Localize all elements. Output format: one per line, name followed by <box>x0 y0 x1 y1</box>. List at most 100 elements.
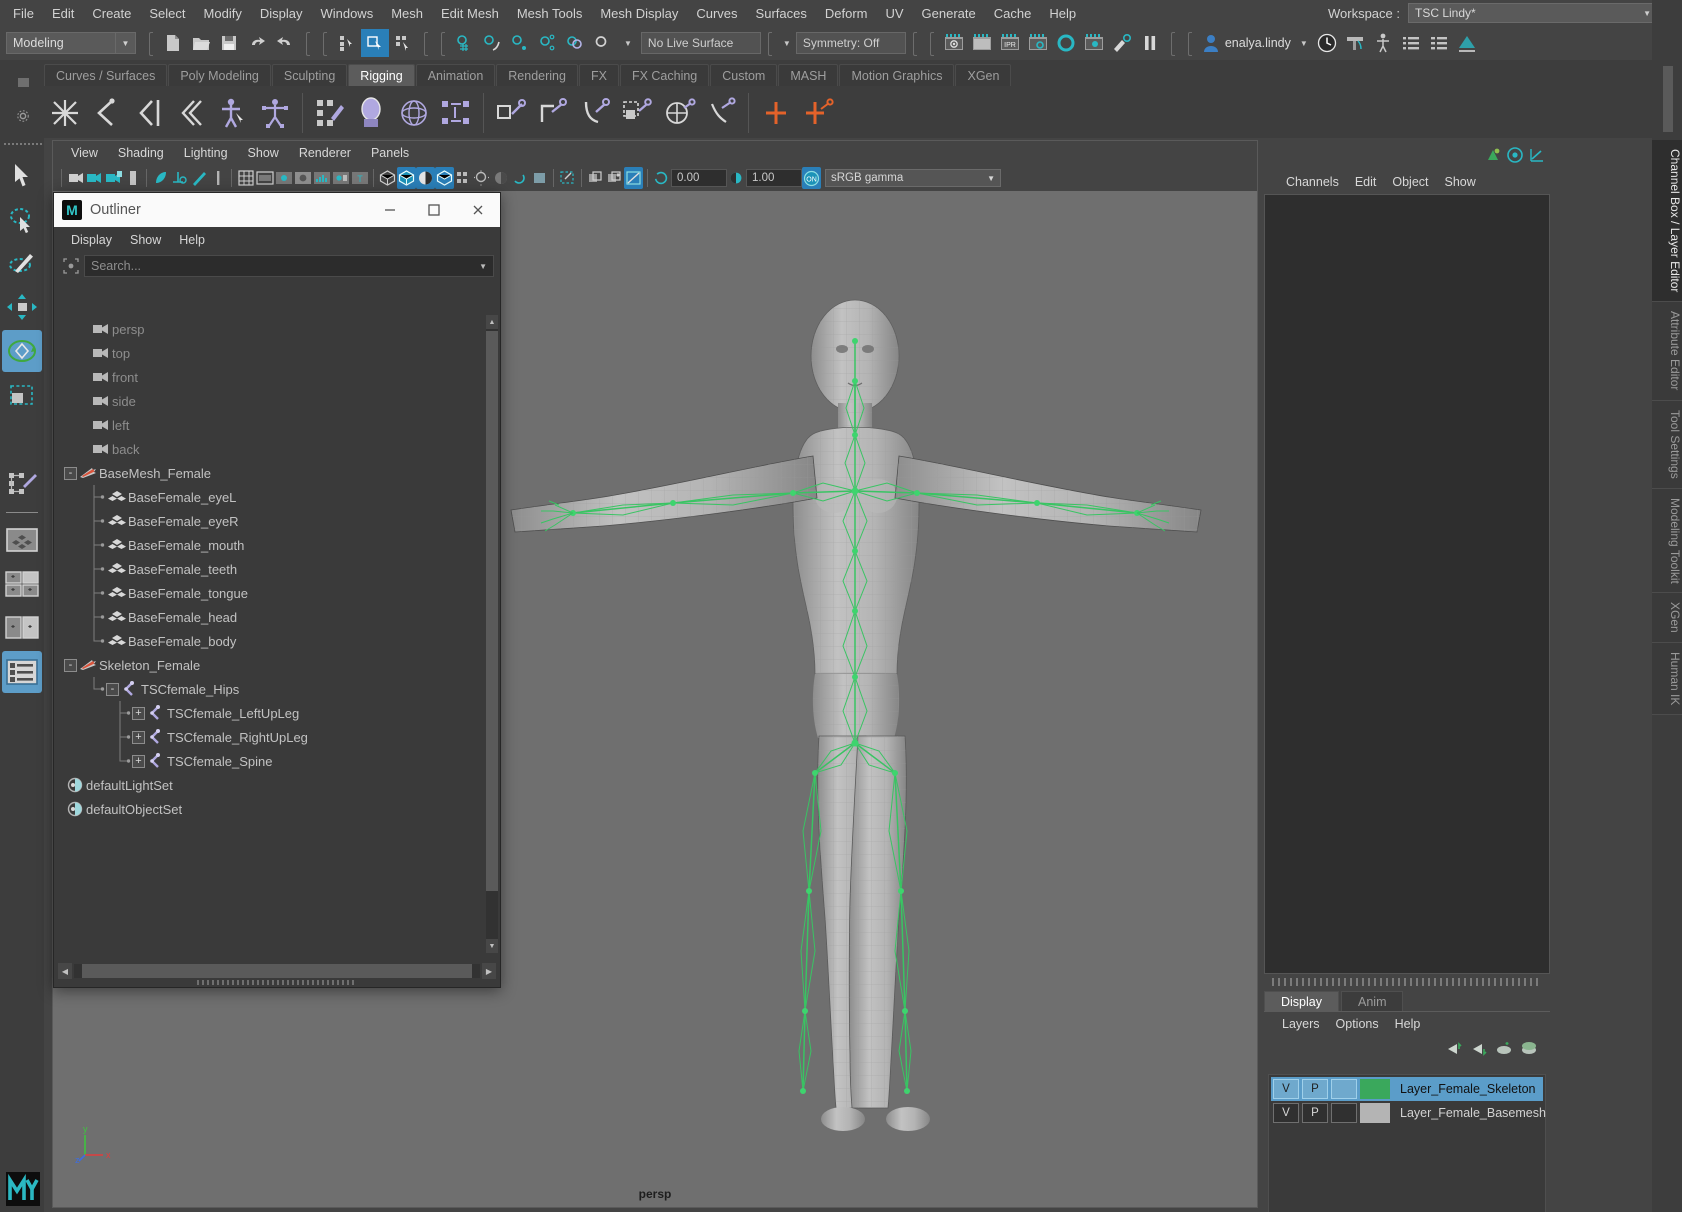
gate-mask-icon[interactable] <box>293 167 312 189</box>
layer-menu-layers[interactable]: Layers <box>1274 1015 1328 1033</box>
search-input[interactable] <box>91 259 480 273</box>
mirror-joint-icon[interactable] <box>128 90 170 136</box>
outliner-title-bar[interactable]: M Outliner <box>54 193 500 227</box>
move-tool-icon[interactable] <box>2 286 42 328</box>
attribute-editor-icon[interactable] <box>1506 146 1524 164</box>
outliner-item[interactable]: front <box>54 365 500 389</box>
gamma-value-field[interactable]: 1.00 <box>746 169 802 187</box>
menu-uv[interactable]: UV <box>876 3 912 24</box>
outliner-item[interactable]: - BaseMesh_Female <box>54 461 500 485</box>
menu-set-dropdown[interactable]: Modeling <box>6 32 116 54</box>
shaded-wireframe-icon[interactable] <box>416 167 435 189</box>
channel-box-icon[interactable] <box>1484 146 1502 164</box>
outliner-menu-display[interactable]: Display <box>62 231 121 249</box>
exposure-value-field[interactable]: 0.00 <box>671 169 727 187</box>
snap-to-curve-icon[interactable] <box>479 29 507 57</box>
menu-generate[interactable]: Generate <box>913 3 985 24</box>
render-settings-icon[interactable] <box>1024 29 1052 57</box>
blend-shape-icon[interactable] <box>755 90 797 136</box>
expand-toggle-icon[interactable]: + <box>132 706 145 720</box>
menu-surfaces[interactable]: Surfaces <box>747 3 816 24</box>
viewport-menu-show[interactable]: Show <box>238 144 289 162</box>
undo-icon[interactable] <box>243 29 271 57</box>
paint-skin-weights-icon[interactable] <box>351 90 393 136</box>
color-profile-dropdown[interactable]: sRGB gamma ▼ <box>825 169 1001 187</box>
outliner-item[interactable]: BaseFemale_body <box>54 629 500 653</box>
lattice-icon[interactable] <box>658 90 700 136</box>
exposure-icon[interactable] <box>652 167 671 189</box>
menu-select[interactable]: Select <box>140 3 194 24</box>
shelf-settings-gear-icon[interactable] <box>16 109 30 123</box>
shelf-tab-fx[interactable]: FX <box>578 64 619 86</box>
quick-rig-icon[interactable] <box>212 90 254 136</box>
persp-outliner-layout-icon[interactable] <box>2 607 42 649</box>
shelf-tab-curves-surfaces[interactable]: Curves / Surfaces <box>44 64 168 86</box>
screen-space-ao-icon[interactable] <box>492 167 511 189</box>
motion-blur-icon[interactable] <box>511 167 530 189</box>
cluster-icon[interactable] <box>616 90 658 136</box>
outliner-item[interactable]: BaseFemale_eyeL <box>54 485 500 509</box>
show-manipulator-tool-icon[interactable] <box>2 462 42 504</box>
layer-shading-toggle[interactable] <box>1331 1103 1357 1123</box>
move-layer-down-icon[interactable] <box>1470 1041 1488 1057</box>
viewport-menu-shading[interactable]: Shading <box>108 144 174 162</box>
user-chevron-down-icon[interactable]: ▼ <box>1295 39 1313 48</box>
xray-icon[interactable] <box>586 167 605 189</box>
smooth-shade-all-icon[interactable] <box>397 167 416 189</box>
shelf-tab-fx-caching[interactable]: FX Caching <box>619 64 710 86</box>
layer-stack-icon[interactable] <box>1425 29 1453 57</box>
outliner-item[interactable]: + TSCfemale_Spine <box>54 749 500 773</box>
outliner-item[interactable]: side <box>54 389 500 413</box>
scale-tool-icon[interactable] <box>2 374 42 416</box>
snap-to-projected-center-icon[interactable] <box>535 29 563 57</box>
outliner-item[interactable]: BaseFemale_tongue <box>54 581 500 605</box>
last-tool-used-icon[interactable] <box>2 418 42 460</box>
menu-create[interactable]: Create <box>83 3 140 24</box>
outliner-item[interactable]: + TSCfemale_LeftUpLeg <box>54 701 500 725</box>
outliner-layout-icon[interactable] <box>2 651 42 693</box>
menu-mesh[interactable]: Mesh <box>382 3 432 24</box>
display-layer-row[interactable]: V P Layer_Female_Basemesh <box>1271 1101 1546 1125</box>
ik-spline-handle-icon[interactable] <box>532 90 574 136</box>
snap-options-chevron-icon[interactable]: ▼ <box>619 39 637 48</box>
layer-playback-toggle[interactable]: P <box>1302 1103 1328 1123</box>
channel-box-list[interactable] <box>1264 194 1550 974</box>
move-layer-up-icon[interactable] <box>1445 1041 1463 1057</box>
menu-modify[interactable]: Modify <box>195 3 251 24</box>
menu-edit[interactable]: Edit <box>43 3 83 24</box>
light-editor-icon[interactable] <box>1108 29 1136 57</box>
collapse-toggle-icon[interactable]: - <box>64 658 77 672</box>
wireframe-icon[interactable] <box>378 167 397 189</box>
vtab-attribute-editor[interactable]: Attribute Editor <box>1652 302 1682 401</box>
hypershade-icon[interactable] <box>1052 29 1080 57</box>
ik-handle-icon[interactable] <box>490 90 532 136</box>
snap-to-point-icon[interactable] <box>507 29 535 57</box>
layer-menu-help[interactable]: Help <box>1387 1015 1429 1033</box>
xray-joints-icon[interactable] <box>605 167 624 189</box>
safe-action-icon[interactable] <box>331 167 350 189</box>
gamma-icon[interactable] <box>727 167 746 189</box>
maximize-icon[interactable] <box>412 193 456 227</box>
select-by-component-type-icon[interactable] <box>389 29 417 57</box>
layer-color-swatch[interactable] <box>1360 1079 1390 1099</box>
content-browser-icon[interactable] <box>1453 29 1481 57</box>
channel-menu-edit[interactable]: Edit <box>1347 173 1385 191</box>
menu-set-chevron-down-icon[interactable]: ▼ <box>116 32 136 54</box>
field-chart-icon[interactable] <box>312 167 331 189</box>
menu-mesh-tools[interactable]: Mesh Tools <box>508 3 592 24</box>
outliner-item[interactable]: back <box>54 437 500 461</box>
spline-ik-curve-icon[interactable] <box>574 90 616 136</box>
display-layer-row[interactable]: V P Layer_Female_Skeleton <box>1271 1077 1543 1101</box>
pause-render-icon[interactable] <box>1136 29 1164 57</box>
minimize-icon[interactable] <box>368 193 412 227</box>
expand-toggle-icon[interactable]: + <box>132 754 145 768</box>
new-layer-icon[interactable] <box>1495 1041 1513 1057</box>
stroke-refresh-icon[interactable] <box>208 167 227 189</box>
outliner-menu-show[interactable]: Show <box>121 231 170 249</box>
four-view-layout-icon[interactable] <box>2 563 42 605</box>
snap-to-grid-icon[interactable] <box>451 29 479 57</box>
shape-editor-icon[interactable] <box>797 90 839 136</box>
outliner-vertical-scrollbar[interactable]: ▲ ▼ <box>486 315 498 953</box>
menu-file[interactable]: File <box>4 3 43 24</box>
menu-help[interactable]: Help <box>1040 3 1085 24</box>
